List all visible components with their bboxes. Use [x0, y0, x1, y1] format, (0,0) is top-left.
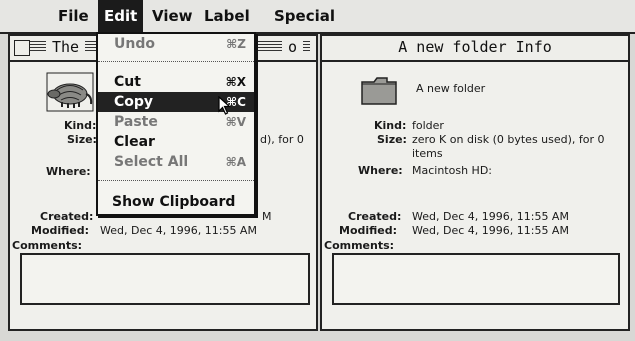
right-size-label: Size:: [377, 133, 407, 146]
edit-menu-dropdown: Undo ⌘Z Cut ⌘X Copy ⌘C Paste ⌘V Clear Se…: [96, 32, 256, 216]
right-where-label: Where:: [358, 164, 403, 177]
menu-item-select-all[interactable]: Select All ⌘A: [98, 152, 254, 172]
menu-item-select-all-shortcut: ⌘A: [225, 155, 246, 169]
left-size-label: Size:: [67, 133, 97, 146]
right-size-value: zero K on disk (0 bytes used), for 0: [412, 133, 605, 146]
menu-item-clear[interactable]: Clear: [98, 132, 254, 152]
left-where-label: Where:: [46, 165, 91, 178]
left-comments-field[interactable]: [20, 253, 310, 305]
right-comments-label: Comments:: [324, 239, 395, 252]
right-size-value-line2: items: [412, 147, 443, 160]
left-created-label: Created:: [40, 210, 94, 223]
left-modified-value: Wed, Dec 4, 1996, 11:55 AM: [100, 224, 257, 237]
right-where-value: Macintosh HD:: [412, 164, 492, 177]
menu-item-cut-shortcut: ⌘X: [225, 75, 246, 89]
menu-item-paste-label: Paste: [114, 114, 158, 130]
menu-edit[interactable]: Edit: [98, 0, 144, 32]
left-window-title-fragment: o: [282, 38, 304, 56]
right-kind-value: folder: [412, 119, 444, 132]
close-box-icon[interactable]: [14, 40, 30, 56]
left-comments-label: Comments:: [12, 239, 83, 252]
menu-item-undo-shortcut: ⌘Z: [226, 37, 246, 51]
menu-bar: File Edit View Label Special: [0, 0, 635, 34]
left-created-value: M: [262, 210, 272, 223]
mouse-cursor-icon: [218, 96, 232, 115]
right-window-title: A new folder Info: [398, 38, 552, 56]
menu-label[interactable]: Label: [198, 0, 256, 32]
right-window-titlebar[interactable]: A new folder Info: [322, 36, 628, 62]
menu-item-show-clipboard[interactable]: Show Clipboard: [98, 192, 254, 212]
menu-separator: [98, 180, 254, 181]
menu-special[interactable]: Special: [268, 0, 341, 32]
right-comments-field[interactable]: [332, 253, 620, 305]
right-info-window: A new folder Info A new folder Kind: fol…: [320, 34, 630, 331]
menu-view[interactable]: View: [146, 0, 199, 32]
left-kind-label: Kind:: [64, 119, 97, 132]
right-modified-label: Modified:: [339, 224, 398, 237]
menu-item-show-clipboard-label: Show Clipboard: [112, 194, 236, 210]
menu-item-cut[interactable]: Cut ⌘X: [98, 72, 254, 92]
left-size-value: d), for 0: [260, 133, 304, 146]
menu-item-clear-label: Clear: [114, 134, 155, 150]
folder-name-field[interactable]: A new folder: [416, 82, 485, 95]
menu-separator: [98, 61, 254, 62]
right-created-label: Created:: [348, 210, 402, 223]
left-window-title: The: [46, 38, 86, 56]
menu-item-copy-label: Copy: [114, 94, 154, 110]
left-modified-label: Modified:: [31, 224, 90, 237]
menu-item-cut-label: Cut: [114, 74, 141, 90]
right-modified-value: Wed, Dec 4, 1996, 11:55 AM: [412, 224, 569, 237]
right-created-value: Wed, Dec 4, 1996, 11:55 AM: [412, 210, 569, 223]
folder-icon: [361, 77, 397, 105]
menu-file[interactable]: File: [52, 0, 95, 32]
menu-item-select-all-label: Select All: [114, 154, 189, 170]
menu-item-undo-label: Undo: [114, 36, 155, 52]
right-kind-label: Kind:: [374, 119, 407, 132]
armadillo-icon: [46, 72, 94, 112]
menu-item-undo[interactable]: Undo ⌘Z: [98, 34, 254, 54]
